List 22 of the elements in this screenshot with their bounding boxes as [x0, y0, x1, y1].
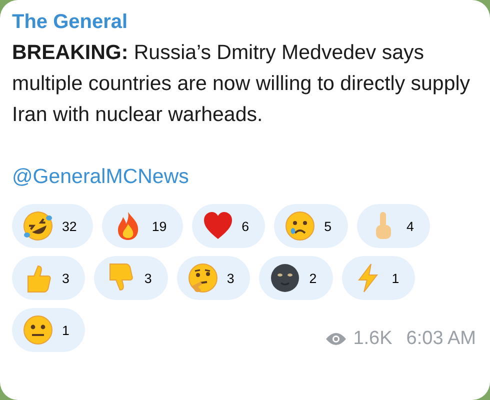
reaction-button[interactable]: 1: [342, 256, 416, 300]
sender-name: The General: [12, 10, 129, 35]
heart-icon: [202, 210, 234, 242]
crying-face-icon: [284, 210, 316, 242]
moon-face-icon: [269, 262, 302, 294]
laughing-face-icon: [22, 210, 54, 242]
thinking-face-icon: [186, 262, 219, 294]
reaction-button[interactable]: 3: [94, 256, 168, 300]
reaction-button[interactable]: 2: [259, 256, 333, 300]
eye-icon: [325, 332, 348, 346]
message-text: BREAKING: Russia’s Dmitry Medvedev says multiple countries are now willing to directly supply Iran with nuclear warheads.: [12, 40, 472, 128]
reaction-button[interactable]: 3: [12, 256, 86, 300]
reaction-button[interactable]: 6: [192, 204, 266, 248]
view-count: 1.6K: [353, 328, 392, 350]
reaction-button[interactable]: 3: [176, 256, 250, 300]
reaction-button[interactable]: 19: [102, 204, 183, 248]
message-time: 6:03 AM: [406, 328, 476, 350]
reaction-button[interactable]: 5: [274, 204, 348, 248]
reaction-button[interactable]: 4: [356, 204, 430, 248]
neutral-face-icon: [22, 314, 54, 346]
reaction-button[interactable]: 1: [12, 308, 86, 352]
reaction-button[interactable]: 32: [12, 204, 93, 248]
